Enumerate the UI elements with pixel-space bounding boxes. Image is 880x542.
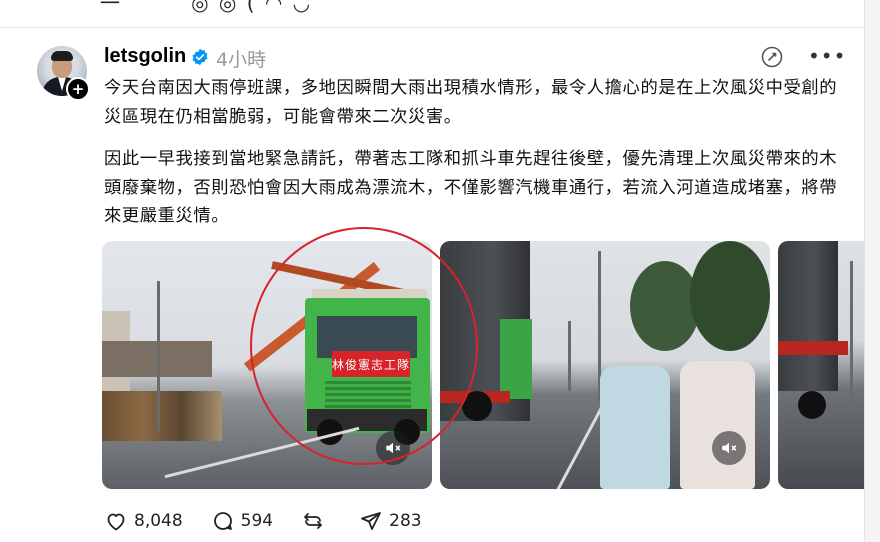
post-paragraph-2: 因此一早我接到當地緊急請託，帶著志工隊和抓斗車先趕往後壁，優先清理上次風災帶來的… [104,149,838,226]
follow-plus-icon[interactable]: + [66,77,90,101]
post-paragraph-1: 今天台南因大雨停班課，多地因瞬間大雨出現積水情形，最令人擔心的是在上次風災中受創… [104,78,838,127]
comment-count: 594 [240,511,274,531]
like-count: 8,048 [134,511,183,531]
more-icon[interactable]: ••• [808,45,845,69]
verified-icon [192,48,208,66]
repost-button[interactable] [301,509,331,533]
quote-icon[interactable] [760,45,784,69]
volunteer-raincoat [600,366,670,489]
share-count: 283 [389,511,422,531]
annotation-circle [250,227,478,465]
share-button[interactable]: 283 [359,509,422,533]
post-time: 4小時 [216,49,267,71]
username[interactable]: letsgolin [104,45,186,68]
comment-button[interactable]: 594 [211,509,273,533]
like-button[interactable]: 8,048 [104,509,183,533]
avatar[interactable]: + [37,46,90,101]
action-bar: 8,048 594 283 [104,506,450,536]
volunteer-vest [680,361,755,489]
comment-icon [213,512,232,530]
wood-debris [102,391,222,441]
previous-post-strip: 一 ⌒ ⌒ ◎ ◎ ( ◠ ◡ [0,0,864,28]
heart-icon [107,513,125,531]
repost-icon [304,513,323,529]
previous-post-fragment: 一 ⌒ ⌒ ◎ ◎ ( ◠ ◡ [100,0,313,15]
share-icon [361,512,382,530]
video-2[interactable] [440,241,770,489]
video-3[interactable] [778,241,864,489]
mute-icon[interactable] [712,431,746,465]
thread-post: 一 ⌒ ⌒ ◎ ◎ ( ◠ ◡ + letsgolin 4小時 ••• 今天台南… [0,0,865,542]
